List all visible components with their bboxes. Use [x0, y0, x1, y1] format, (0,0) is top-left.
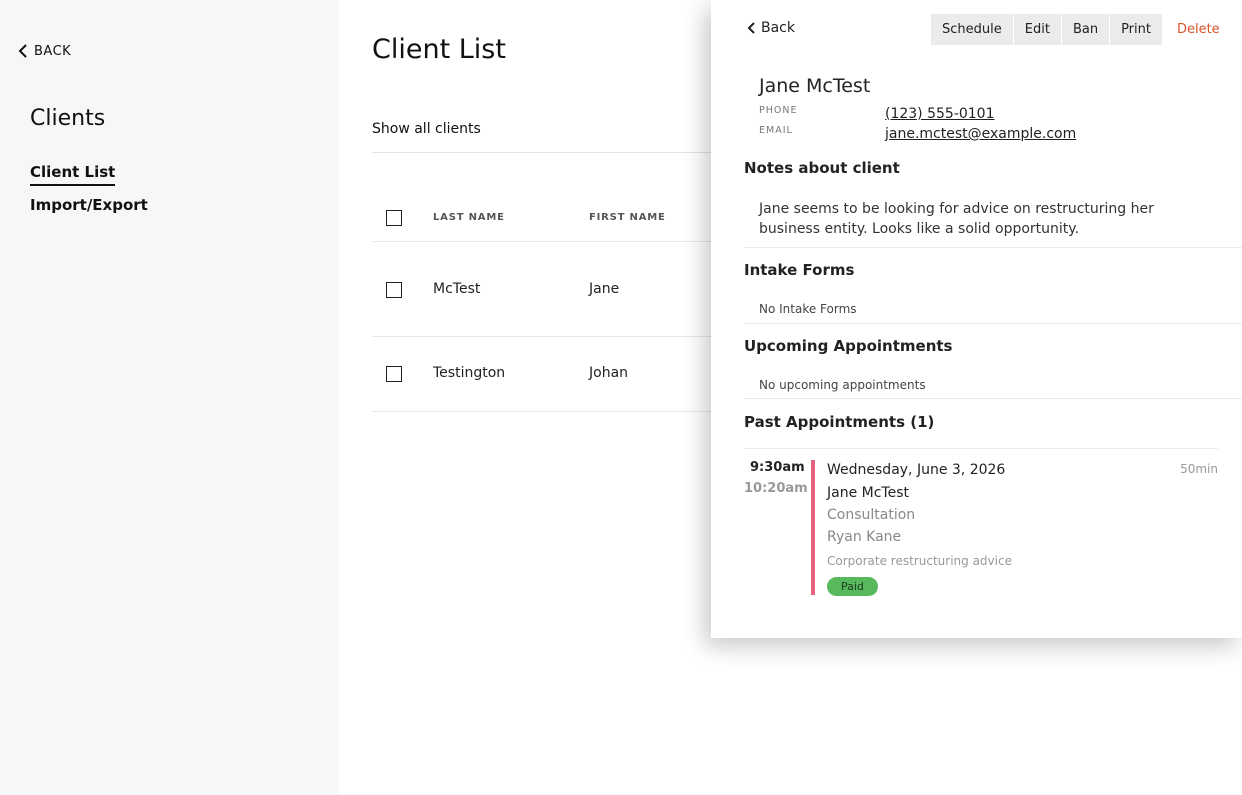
ban-button[interactable]: Ban: [1061, 14, 1110, 45]
appointment-color-bar: [811, 460, 815, 595]
sidebar-item-import-export[interactable]: Import/Export: [30, 196, 148, 214]
cell-first-name: Jane: [589, 281, 620, 297]
divider: [744, 398, 1242, 399]
page-title: Client List: [372, 34, 506, 65]
chevron-left-icon: [747, 22, 755, 34]
email-link[interactable]: jane.mctest@example.com: [885, 126, 1076, 142]
panel-toolbar: Schedule Edit Ban Print Delete: [931, 14, 1231, 45]
cell-last-name: Testington: [433, 365, 506, 381]
sidebar-title: Clients: [30, 106, 106, 131]
cell-last-name: McTest: [433, 281, 481, 297]
client-detail-panel: Back Schedule Edit Ban Print Delete Jane…: [711, 0, 1242, 638]
notes-text: Jane seems to be looking for advice on r…: [759, 201, 1154, 237]
chevron-left-icon: [18, 44, 27, 58]
upcoming-section-title: Upcoming Appointments: [744, 337, 953, 355]
table-row[interactable]: McTest Jane: [372, 242, 712, 337]
appointment-staff: Ryan Kane: [827, 529, 902, 545]
appointment-client: Jane McTest: [827, 485, 909, 501]
status-badge: Paid: [827, 577, 878, 596]
phone-link[interactable]: (123) 555-0101: [885, 106, 995, 122]
divider: [744, 247, 1242, 248]
upcoming-empty-text: No upcoming appointments: [759, 378, 926, 392]
appointment-start-time: 9:30am: [750, 460, 805, 475]
divider: [372, 152, 712, 153]
print-button[interactable]: Print: [1110, 14, 1162, 45]
appointment-type: Consultation: [827, 507, 916, 523]
panel-back-link[interactable]: Back: [747, 20, 795, 36]
schedule-button[interactable]: Schedule: [931, 14, 1013, 45]
table-header-row: LAST NAME FIRST NAME: [372, 194, 712, 242]
phone-label: PHONE: [759, 105, 798, 116]
notes-section-title: Notes about client: [744, 159, 900, 177]
column-header-last-name[interactable]: LAST NAME: [433, 212, 505, 223]
sidebar-back-link[interactable]: BACK: [18, 43, 71, 59]
intake-empty-text: No Intake Forms: [759, 302, 857, 316]
row-checkbox[interactable]: [386, 282, 402, 298]
past-appointment-item[interactable]: 9:30am 10:20am Wednesday, June 3, 2026 5…: [744, 460, 1218, 596]
intake-section-title: Intake Forms: [744, 261, 855, 279]
sidebar-back-label: BACK: [34, 43, 72, 59]
appointment-date: Wednesday, June 3, 2026: [827, 462, 1006, 478]
appointment-note: Corporate restructuring advice: [827, 554, 1012, 568]
select-all-checkbox[interactable]: [386, 210, 402, 226]
table-row[interactable]: Testington Johan: [372, 337, 712, 412]
appointment-duration: 50min: [1180, 462, 1218, 476]
edit-button[interactable]: Edit: [1013, 14, 1061, 45]
row-checkbox[interactable]: [386, 366, 402, 382]
client-filter-dropdown[interactable]: Show all clients: [372, 121, 481, 137]
divider: [744, 448, 1218, 449]
cell-first-name: Johan: [589, 365, 629, 381]
appointment-end-time: 10:20am: [744, 481, 808, 496]
delete-button[interactable]: Delete: [1167, 14, 1230, 45]
sidebar-item-client-list[interactable]: Client List: [30, 163, 116, 186]
client-name: Jane McTest: [759, 75, 871, 97]
email-label: EMAIL: [759, 125, 793, 136]
sidebar-nav: Client List Import/Export: [30, 163, 148, 227]
sidebar: BACK Clients Client List Import/Export: [0, 0, 339, 795]
past-section-title: Past Appointments (1): [744, 413, 935, 431]
column-header-first-name[interactable]: FIRST NAME: [589, 212, 666, 223]
client-table: LAST NAME FIRST NAME McTest Jane Testing…: [372, 194, 712, 412]
panel-back-label: Back: [761, 20, 795, 36]
divider: [744, 323, 1242, 324]
